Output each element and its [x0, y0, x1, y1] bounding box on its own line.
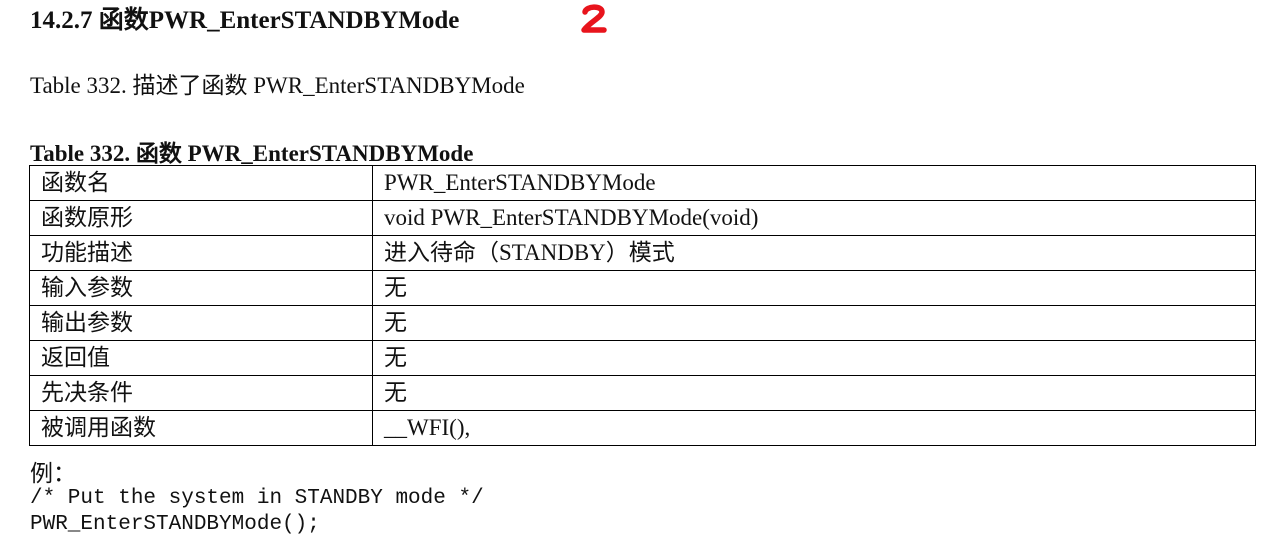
row-label: 函数名 — [29, 165, 373, 201]
row-label: 被调用函数 — [29, 410, 373, 446]
table-row: 输入参数 无 — [29, 270, 1256, 306]
row-value: 进入待命（STANDBY）模式 — [372, 235, 1256, 271]
annotation-mark — [581, 4, 607, 33]
row-value: 无 — [372, 340, 1256, 376]
row-value: 无 — [372, 375, 1256, 411]
table-row: 被调用函数 __WFI(), — [29, 410, 1256, 446]
row-label: 返回值 — [29, 340, 373, 376]
table-row: 先决条件 无 — [29, 375, 1256, 411]
row-label: 函数原形 — [29, 200, 373, 236]
row-value: 无 — [372, 270, 1256, 306]
row-label: 输出参数 — [29, 305, 373, 341]
code-line: PWR_EnterSTANDBYMode(); — [30, 513, 320, 536]
table-caption: Table 332. 函数 PWR_EnterSTANDBYMode — [30, 141, 474, 166]
row-label: 输入参数 — [29, 270, 373, 306]
row-value: PWR_EnterSTANDBYMode — [372, 165, 1256, 201]
row-value: __WFI(), — [372, 410, 1256, 446]
row-value: void PWR_EnterSTANDBYMode(void) — [372, 200, 1256, 236]
intro-paragraph: Table 332. 描述了函数 PWR_EnterSTANDBYMode — [30, 73, 525, 98]
row-label: 功能描述 — [29, 235, 373, 271]
code-example: /* Put the system in STANDBY mode */ PWR… — [30, 486, 484, 538]
function-spec-table: 函数名 PWR_EnterSTANDBYMode 函数原形 void PWR_E… — [29, 165, 1256, 446]
row-value: 无 — [372, 305, 1256, 341]
table-row: 输出参数 无 — [29, 305, 1256, 341]
table-row: 函数原形 void PWR_EnterSTANDBYMode(void) — [29, 200, 1256, 236]
table-row: 功能描述 进入待命（STANDBY）模式 — [29, 235, 1256, 271]
code-line: /* Put the system in STANDBY mode */ — [30, 487, 484, 510]
section-heading: 14.2.7 函数PWR_EnterSTANDBYMode — [30, 7, 460, 34]
table-row: 函数名 PWR_EnterSTANDBYMode — [29, 165, 1256, 201]
row-label: 先决条件 — [29, 375, 373, 411]
example-label: 例： — [30, 461, 76, 486]
table-row: 返回值 无 — [29, 340, 1256, 376]
